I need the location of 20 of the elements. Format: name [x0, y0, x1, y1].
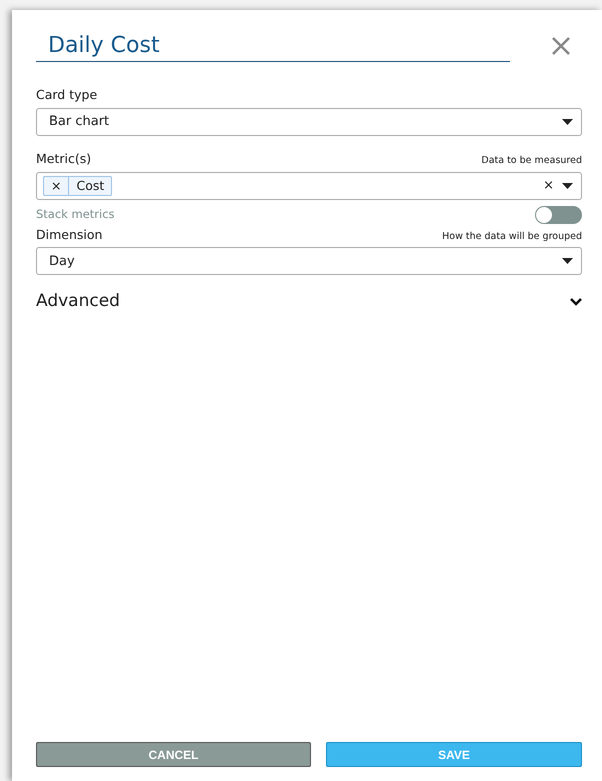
- caret-icon: [562, 118, 573, 125]
- select-value: Day: [49, 252, 75, 270]
- metrics-field[interactable]: × Cost ×: [36, 172, 582, 200]
- field-hint: How the data will be grouped: [442, 230, 582, 244]
- toggle-label: Stack metrics: [36, 206, 115, 223]
- title-field[interactable]: Daily Cost: [36, 30, 510, 62]
- advanced-toggle[interactable]: Advanced: [36, 289, 582, 315]
- field-label: Metric(s): [36, 150, 92, 168]
- caret-icon: [562, 258, 573, 264]
- field-label: Dimension: [36, 226, 102, 244]
- clear-icon[interactable]: ×: [543, 176, 554, 196]
- field-label: Card type: [36, 86, 98, 104]
- field-hint: Data to be measured: [481, 154, 582, 168]
- card-type-select[interactable]: Bar chart: [36, 108, 582, 136]
- dimension-select[interactable]: Day: [36, 247, 582, 276]
- chevron-icon: [570, 298, 582, 306]
- metric-tag[interactable]: × Cost: [43, 176, 112, 196]
- caret-icon: [562, 182, 573, 188]
- close-button[interactable]: [550, 35, 572, 57]
- select-value: Bar chart: [49, 113, 110, 131]
